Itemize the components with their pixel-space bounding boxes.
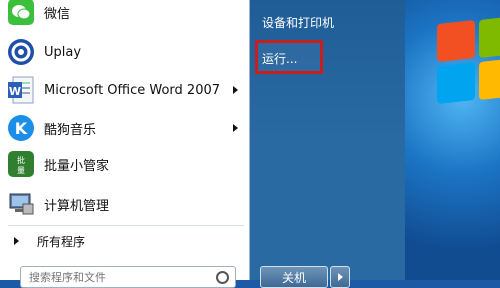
program-label: Microsoft Office Word 2007: [44, 82, 221, 98]
run-highlight-box: [255, 40, 323, 74]
program-item-batch-manager[interactable]: 批 量 批量小管家: [4, 146, 244, 182]
desktop-background: [405, 0, 500, 280]
svg-text:批: 批: [17, 155, 25, 165]
windows-logo-icon: [479, 58, 500, 100]
program-item-word[interactable]: W Microsoft Office Word 2007: [4, 72, 244, 108]
svg-text:W: W: [9, 85, 21, 98]
shutdown-options-button[interactable]: [330, 266, 350, 288]
submenu-arrow-icon: [233, 124, 238, 132]
program-item-wechat[interactable]: 微信: [4, 0, 244, 30]
program-label: 计算机管理: [44, 198, 110, 214]
submenu-arrow-icon: [233, 86, 238, 94]
program-item-computer-management[interactable]: 计算机管理: [4, 186, 244, 222]
uplay-icon: [6, 37, 36, 67]
windows-logo-icon: [437, 20, 475, 62]
search-input[interactable]: [27, 269, 211, 285]
all-programs-button[interactable]: 所有程序: [10, 230, 244, 252]
svg-text:K: K: [15, 119, 28, 138]
program-item-kugou[interactable]: K 酷狗音乐: [4, 110, 244, 146]
all-programs-label: 所有程序: [37, 234, 86, 249]
wechat-icon: [6, 0, 36, 27]
program-label: 酷狗音乐: [44, 122, 97, 138]
divider: [8, 225, 244, 226]
devices-and-printers-link[interactable]: 设备和打印机: [262, 14, 334, 31]
program-label: 批量小管家: [44, 158, 110, 174]
batch-manager-icon: 批 量: [6, 149, 36, 179]
windows-logo-icon: [437, 62, 475, 104]
computer-management-icon: [6, 189, 36, 219]
word-icon: W: [6, 75, 36, 105]
start-menu-programs-pane: 微信 Uplay W Microsoft Office Word 2007 K …: [0, 0, 250, 288]
shutdown-button[interactable]: 关机: [260, 266, 328, 288]
search-box[interactable]: [20, 266, 236, 288]
program-label: 微信: [44, 6, 71, 22]
windows-logo-icon: [479, 16, 500, 58]
search-icon: [216, 271, 229, 284]
program-item-uplay[interactable]: Uplay: [4, 34, 244, 70]
expand-arrow-icon: [14, 237, 19, 245]
kugou-icon: K: [6, 113, 36, 143]
svg-text:量: 量: [17, 166, 25, 175]
program-label: Uplay: [44, 44, 82, 60]
